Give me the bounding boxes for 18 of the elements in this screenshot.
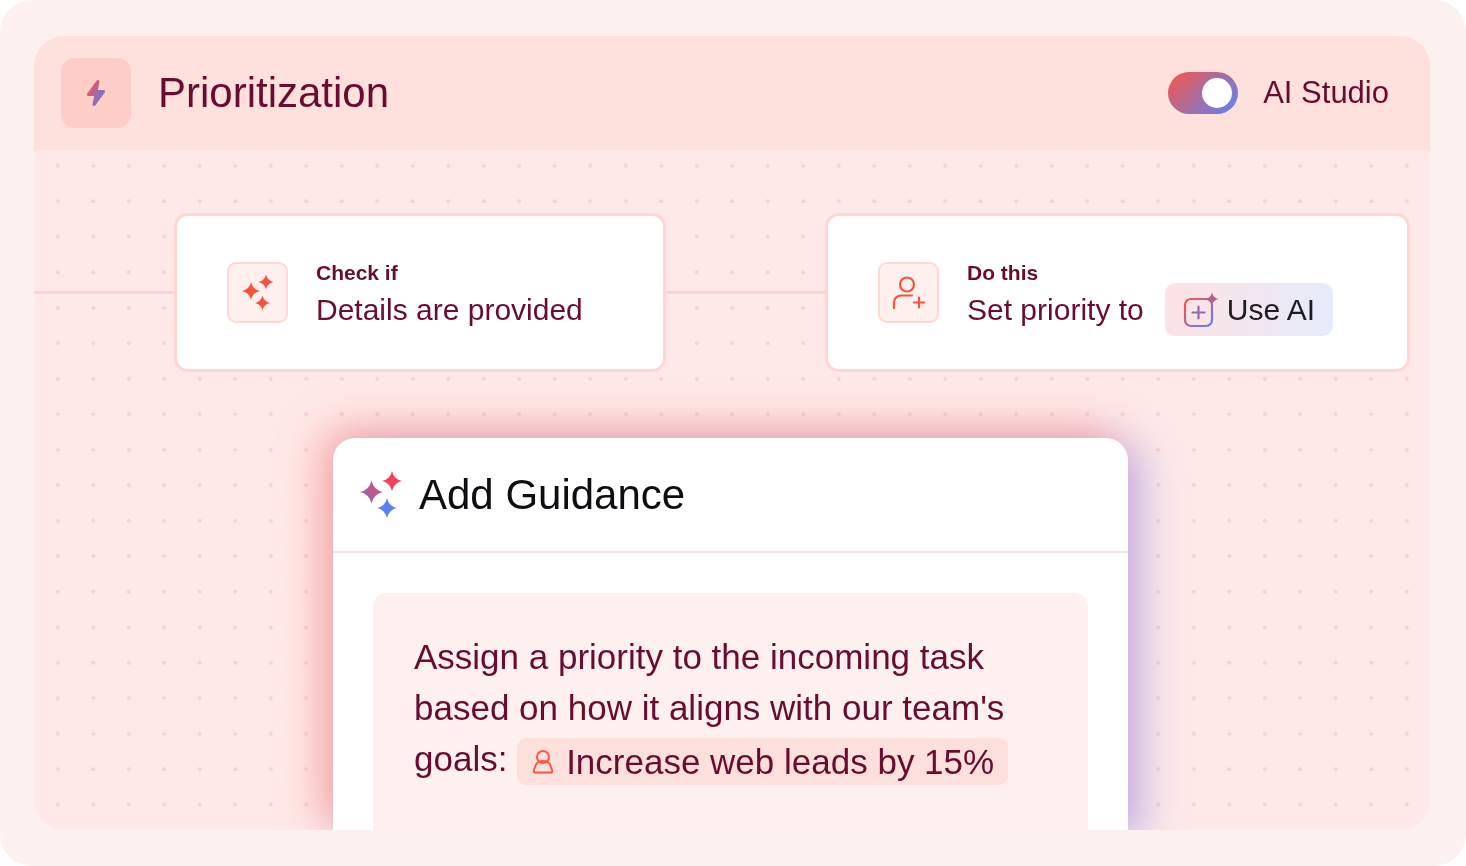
guidance-title: Add Guidance (419, 469, 686, 520)
plus-sparkle-icon (1182, 291, 1219, 328)
page-title: Prioritization (158, 68, 390, 118)
sparkles-icon (227, 262, 288, 323)
person-plus-icon (878, 262, 939, 323)
sparkles-icon (360, 471, 402, 518)
goal-chip[interactable]: Increase web leads by 15% (517, 738, 1009, 786)
step-heading: Do this (967, 262, 1039, 284)
step-text: Set priority to (967, 291, 1144, 328)
use-ai-button[interactable]: Use AI (1164, 283, 1334, 336)
step-text: Details are provided (316, 292, 583, 328)
lightning-icon (61, 58, 131, 128)
toggle-label: AI Studio (1263, 74, 1389, 112)
toggle-switch[interactable] (1168, 72, 1239, 114)
guidance-text: Assign a priority to the incoming task based on how it aligns with our team's goals: Increase web leads by 15% (414, 631, 1047, 786)
step-heading: Check if (316, 262, 398, 284)
person-icon (531, 749, 556, 775)
guidance-field[interactable]: Assign a priority to the incoming task based on how it aligns with our team's goals: Increase web leads by 15% (373, 593, 1088, 830)
